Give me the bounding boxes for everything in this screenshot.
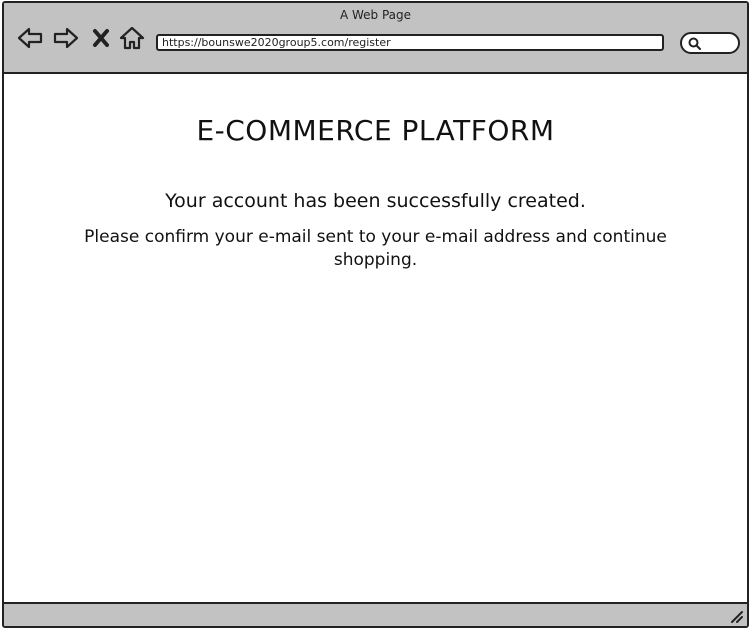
forward-arrow-icon — [53, 27, 79, 49]
close-icon — [93, 29, 109, 47]
resize-grip-icon[interactable] — [729, 609, 743, 623]
browser-window: A Web Page https://bounswe2020group5.com… — [2, 1, 749, 628]
search-input[interactable] — [680, 32, 740, 54]
confirm-message: Please confirm your e-mail sent to your … — [84, 227, 667, 270]
page-title: E-COMMERCE PLATFORM — [196, 114, 555, 147]
back-arrow-icon — [17, 27, 43, 49]
stop-button[interactable] — [90, 25, 112, 51]
window-title: A Web Page — [339, 8, 412, 22]
url-input[interactable]: https://bounswe2020group5.com/register — [156, 34, 664, 51]
back-button[interactable] — [16, 25, 44, 51]
home-button[interactable] — [118, 25, 146, 51]
forward-button[interactable] — [52, 25, 80, 51]
status-bar — [4, 602, 747, 626]
home-icon — [119, 26, 145, 50]
search-icon — [688, 37, 701, 50]
success-message: Your account has been successfully creat… — [165, 190, 586, 212]
browser-toolbar: A Web Page https://bounswe2020group5.com… — [4, 3, 747, 74]
page-content: E-COMMERCE PLATFORM Your account has bee… — [4, 74, 747, 604]
